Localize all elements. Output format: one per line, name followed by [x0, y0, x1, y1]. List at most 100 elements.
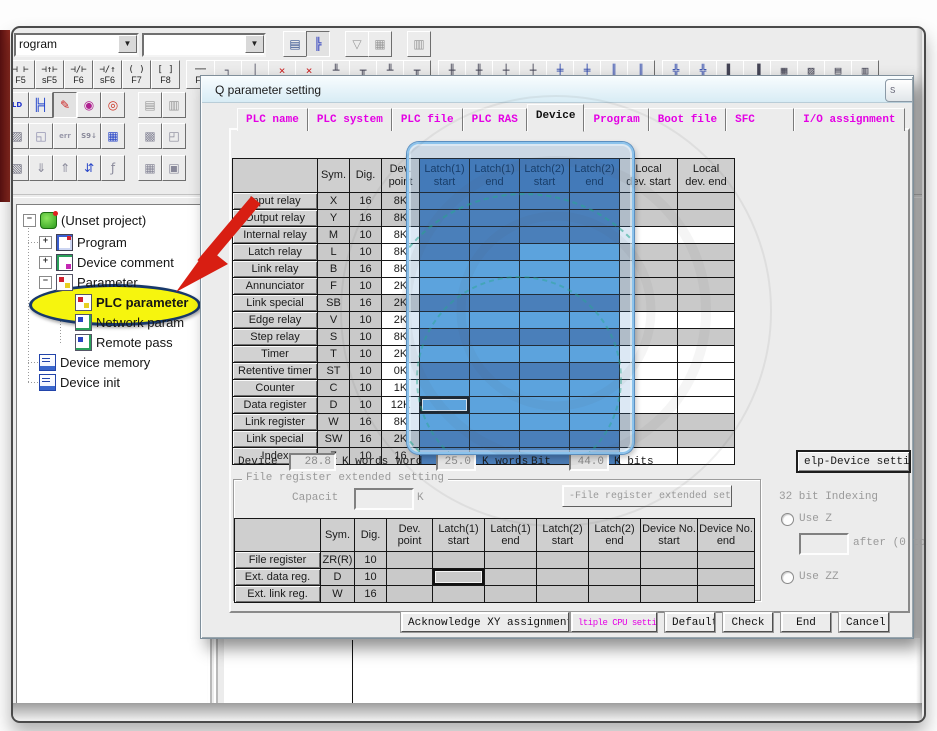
tree-item-device-init[interactable]: Device init [39, 372, 120, 392]
setting-cell[interactable] [698, 552, 755, 569]
grid-arrow-button[interactable]: ◰ [162, 123, 186, 149]
window-pattern-icon[interactable]: ▧ [11, 155, 29, 181]
latch-cell[interactable] [470, 397, 520, 414]
dev-point-cell[interactable]: 2K [382, 312, 420, 329]
latch-cell[interactable] [520, 431, 570, 448]
setting-cell[interactable] [641, 569, 698, 586]
latch-cell[interactable] [470, 346, 520, 363]
setting-cell[interactable] [485, 569, 537, 586]
download-button[interactable]: ⇓ [29, 155, 53, 181]
local-dev-cell[interactable] [678, 397, 735, 414]
tab-program[interactable]: Program [584, 108, 648, 131]
dev-point-cell[interactable]: 12K [382, 397, 420, 414]
setting-cell[interactable] [641, 586, 698, 603]
latch-cell[interactable] [470, 312, 520, 329]
setting-cell[interactable] [387, 552, 433, 569]
setting-cell[interactable] [433, 586, 485, 603]
dialog-corner-button[interactable]: S [885, 79, 912, 102]
default-button[interactable]: Default [665, 612, 715, 632]
latch-cell[interactable] [570, 295, 620, 312]
indexing-input[interactable] [799, 533, 849, 555]
cancel-button[interactable]: Cancel [839, 612, 889, 632]
dev-point-cell[interactable]: 8K [382, 414, 420, 431]
latch-cell[interactable] [420, 295, 470, 312]
setting-cell[interactable] [537, 569, 589, 586]
secondary-combo[interactable]: ▼ [142, 33, 266, 57]
expand-box-icon[interactable]: + [39, 236, 52, 249]
latch-cell[interactable] [470, 295, 520, 312]
latch-cell[interactable] [520, 295, 570, 312]
tree-item-device-comment[interactable]: +Device comment [39, 252, 174, 272]
tab-boot-file[interactable]: Boot file [649, 108, 726, 131]
tab-plc-name[interactable]: PLC name [237, 108, 308, 131]
latch-cell[interactable] [520, 346, 570, 363]
dev-point-cell[interactable]: 0K [382, 363, 420, 380]
latch-cell[interactable] [470, 380, 520, 397]
latch-cell[interactable] [570, 380, 620, 397]
local-dev-cell[interactable] [620, 380, 678, 397]
local-dev-cell[interactable] [678, 448, 735, 465]
program-combo[interactable]: rogram ▼ [14, 33, 139, 57]
latch-cell[interactable] [470, 193, 520, 210]
latch-cell[interactable] [520, 397, 570, 414]
latch-cell[interactable] [420, 278, 470, 295]
tree-item-remote-pass[interactable]: Remote pass [75, 332, 173, 352]
latch-cell[interactable] [470, 227, 520, 244]
latch-cell[interactable] [420, 329, 470, 346]
latch-cell[interactable] [570, 261, 620, 278]
ladder-f5-button[interactable]: ⊣ ⊢F5 [11, 60, 35, 89]
find-window-button[interactable]: ▤ [283, 31, 307, 57]
dot-grid-button[interactable]: ▦ [138, 155, 162, 181]
latch-cell[interactable] [470, 210, 520, 227]
latch-cell[interactable] [520, 329, 570, 346]
transfer-button[interactable]: ⇵ [77, 155, 101, 181]
latch-cell[interactable] [420, 312, 470, 329]
latch-cell[interactable] [520, 380, 570, 397]
tree-item-unset-project[interactable]: −(Unset project) [23, 210, 146, 230]
check-button[interactable]: Check [723, 612, 773, 632]
local-dev-cell[interactable] [678, 363, 735, 380]
latch-cell[interactable] [520, 363, 570, 380]
capacity-input[interactable] [354, 488, 414, 510]
local-dev-cell[interactable] [620, 227, 678, 244]
local-dev-cell[interactable] [620, 312, 678, 329]
ladder-mode-icon[interactable]: LD [11, 92, 29, 118]
latch-cell[interactable] [420, 244, 470, 261]
latch-cell[interactable] [520, 210, 570, 227]
setting-cell[interactable] [433, 569, 485, 586]
local-dev-cell[interactable] [678, 312, 735, 329]
latch-cell[interactable] [520, 414, 570, 431]
ltiple-cpu-setting-button[interactable]: ltiple CPU setting [571, 612, 657, 632]
tree-item-plc-parameter[interactable]: PLC parameter [75, 292, 188, 312]
latch-cell[interactable] [420, 346, 470, 363]
step-run-button[interactable]: S9↓ [77, 123, 101, 149]
tree-item-device-memory[interactable]: Device memory [39, 352, 150, 372]
dialog-titlebar[interactable]: Q parameter setting S [202, 77, 912, 103]
latch-cell[interactable] [520, 278, 570, 295]
tab-device[interactable]: Device [527, 104, 585, 132]
latch-cell[interactable] [570, 431, 620, 448]
write-mode-button[interactable]: ✎ [53, 92, 77, 118]
file-register-extended-button[interactable]: -File register extended set [562, 485, 732, 507]
setting-cell[interactable] [485, 586, 537, 603]
latch-cell[interactable] [470, 278, 520, 295]
latch-cell[interactable] [520, 312, 570, 329]
setting-cell[interactable] [589, 586, 641, 603]
latch-cell[interactable] [470, 414, 520, 431]
latch-cell[interactable] [420, 193, 470, 210]
chevron-down-icon[interactable]: ▼ [245, 35, 264, 53]
ladder-f8-button[interactable]: [ ]F8 [151, 60, 180, 89]
dev-point-cell[interactable]: 8K [382, 227, 420, 244]
monitor-write-button[interactable]: ◎ [101, 92, 125, 118]
latch-cell[interactable] [570, 414, 620, 431]
copy-tool-button[interactable]: ◱ [29, 123, 53, 149]
setting-cell[interactable] [698, 569, 755, 586]
end-button[interactable]: End [781, 612, 831, 632]
dev-point-cell[interactable]: 8K [382, 329, 420, 346]
local-dev-cell[interactable] [678, 346, 735, 363]
latch-cell[interactable] [470, 244, 520, 261]
setting-cell[interactable] [589, 569, 641, 586]
ladder-editor-area[interactable] [224, 638, 920, 704]
latch-cell[interactable] [520, 227, 570, 244]
dev-point-cell[interactable]: 8K [382, 244, 420, 261]
